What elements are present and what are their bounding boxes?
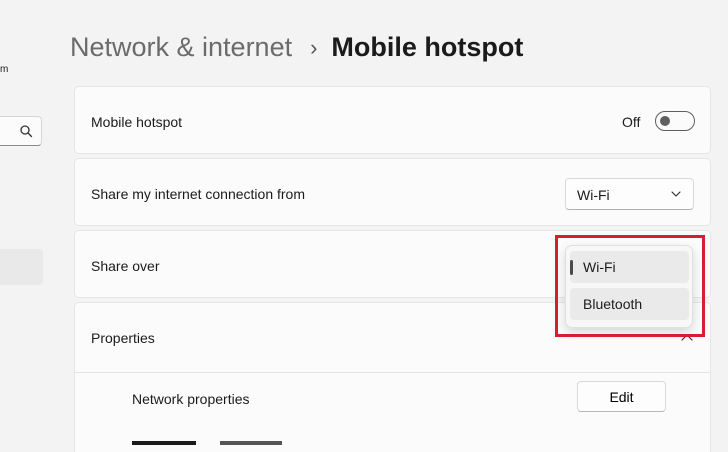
toggle-state-text: Off <box>622 114 641 130</box>
cut-off-row <box>132 432 302 448</box>
share-over-label: Share over <box>91 258 160 274</box>
edit-button[interactable]: Edit <box>577 381 666 412</box>
mobile-hotspot-card: Mobile hotspot Off <box>74 86 711 154</box>
share-from-label: Share my internet connection from <box>91 186 305 202</box>
share-from-value: Wi-Fi <box>577 187 610 203</box>
mobile-hotspot-label: Mobile hotspot <box>91 114 183 130</box>
page-title: Mobile hotspot <box>331 32 524 62</box>
search-icon <box>20 125 33 138</box>
cut-off-text-fragment <box>132 441 282 445</box>
breadcrumb-parent[interactable]: Network & internet <box>70 32 292 63</box>
sidebar-user-fragment: m <box>0 64 9 75</box>
chevron-down-icon <box>671 191 681 197</box>
sidebar-item-selected[interactable] <box>0 249 43 285</box>
mobile-hotspot-toggle[interactable] <box>655 111 695 131</box>
annotation-highlight-box <box>555 235 705 337</box>
properties-label: Properties <box>91 330 155 346</box>
breadcrumb-separator: › <box>310 34 318 60</box>
share-from-select[interactable]: Wi-Fi <box>565 178 694 210</box>
search-input[interactable] <box>0 116 42 146</box>
toggle-knob <box>660 116 670 126</box>
breadcrumb: Network & internet › Mobile hotspot <box>70 32 523 63</box>
share-from-card: Share my internet connection from Wi-Fi <box>74 158 711 226</box>
network-properties-label: Network properties <box>132 391 250 407</box>
sidebar: m <box>0 0 48 438</box>
